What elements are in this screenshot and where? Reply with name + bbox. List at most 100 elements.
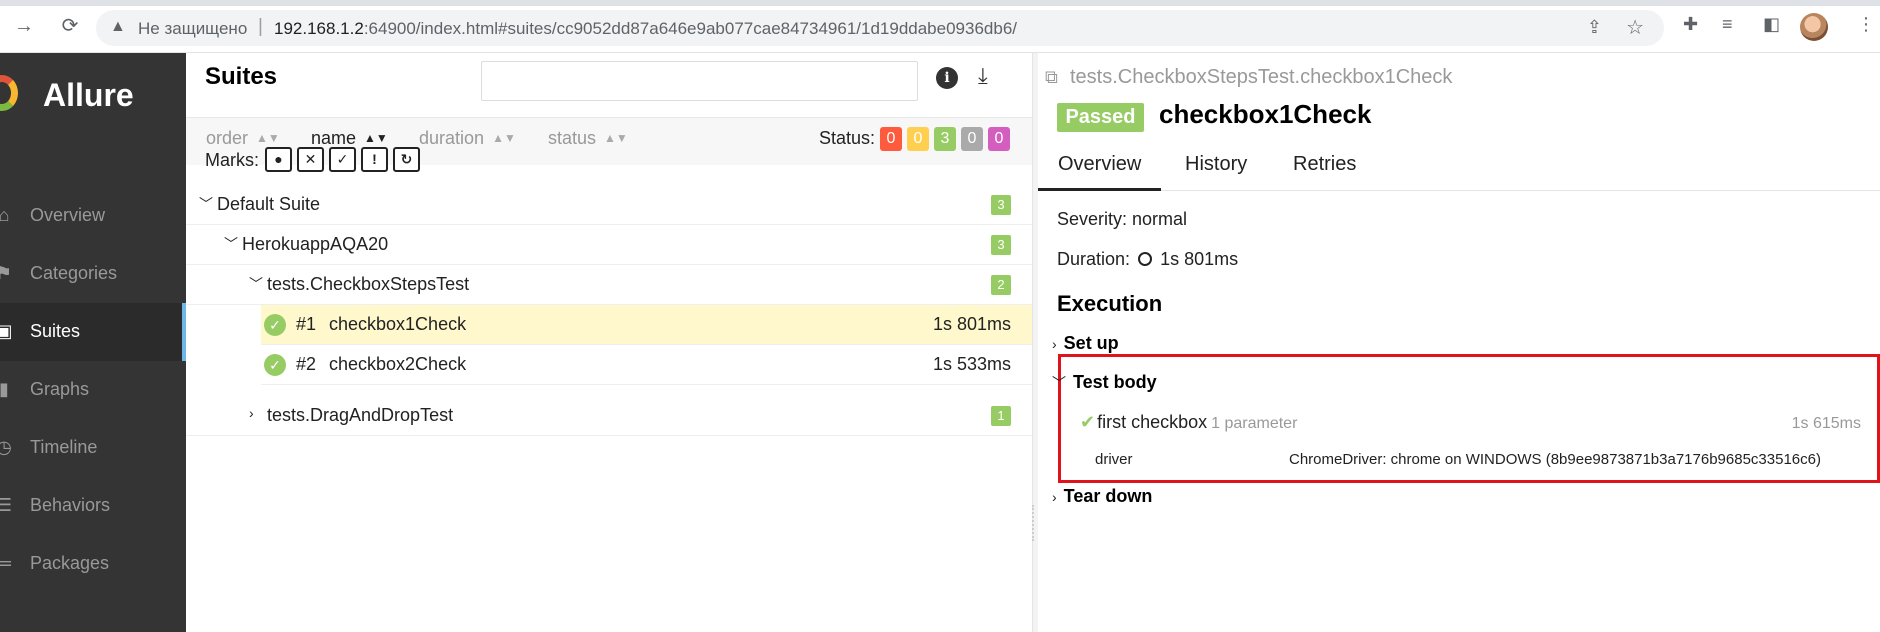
url-path: :64900/index.html#suites/cc9052dd87a646e… <box>363 19 1018 38</box>
tree-row-default-suite[interactable]: ﹀ Default Suite 3 <box>186 185 1032 225</box>
tab-strip <box>0 0 1880 6</box>
result-tabs: Overview History Retries <box>1038 145 1880 191</box>
menu-kebab-icon[interactable]: ⋮ <box>1857 14 1875 35</box>
test-name: checkbox1Check <box>329 314 467 334</box>
setup-label: Set up <box>1063 333 1119 353</box>
sidebar-item-behaviors[interactable]: ☰ Behaviors <box>0 477 186 535</box>
tree-node-count: 2 <box>991 275 1011 295</box>
parameter-value: ChromeDriver: chrome on WINDOWS (8b9ee98… <box>1289 451 1821 468</box>
step-first-checkbox[interactable]: ✔ first checkbox 1 parameter <box>1080 412 1297 433</box>
sidebar-item-suites[interactable]: ▣ Suites <box>0 303 186 361</box>
tree-row-class-checkbox[interactable]: ﹀ tests.CheckboxStepsTest 2 <box>186 265 1032 305</box>
test-body-section[interactable]: ﹀ Test body <box>1052 372 1157 393</box>
test-title: checkbox1Check <box>1159 99 1372 129</box>
mark-flaky-bomb-icon[interactable]: ● <box>265 147 292 172</box>
insecure-label: Не защищено <box>138 19 248 38</box>
setup-section[interactable]: › Set up <box>1052 333 1119 354</box>
test-duration: 1s 533ms <box>932 354 1011 374</box>
sort-arrows-icon: ▲▼ <box>256 131 280 145</box>
status-broken-badge[interactable]: 0 <box>907 127 929 151</box>
url-text[interactable]: 192.168.1.2:64900/index.html#suites/cc90… <box>274 19 1017 39</box>
tree-row-test-1[interactable]: ✓ #1 checkbox1Check 1s 801ms <box>261 305 1032 345</box>
clock-icon <box>1138 252 1153 266</box>
sidebar-item-label: Behaviors <box>30 495 111 515</box>
chevron-right-icon: › <box>1052 489 1057 505</box>
mark-new-broken-icon[interactable]: ! <box>361 147 388 172</box>
tab-overview[interactable]: Overview <box>1038 145 1162 191</box>
reading-list-icon[interactable]: ≡ <box>1722 14 1733 35</box>
chevron-right-icon: › <box>1052 336 1057 352</box>
teardown-label: Tear down <box>1063 486 1153 506</box>
sidebar-item-packages[interactable]: ≔ Packages <box>0 535 186 593</box>
sort-name-label: name <box>311 128 357 148</box>
share-icon[interactable]: ⇪ <box>1587 17 1602 38</box>
sort-arrows-icon: ▲▼ <box>492 131 516 145</box>
chevron-down-icon: ﹀ <box>1052 375 1066 391</box>
chevron-down-icon: ﹀ <box>224 236 238 252</box>
passed-check-icon: ✓ <box>264 314 286 336</box>
tree-row-project[interactable]: ﹀ HerokuappAQA20 3 <box>186 225 1032 265</box>
tree-icon: ≔ <box>0 553 13 573</box>
sort-order[interactable]: order ▲▼ <box>206 128 280 149</box>
test-duration: 1s 801ms <box>932 314 1011 334</box>
extensions-icon[interactable]: ✚ <box>1683 14 1698 35</box>
test-name: checkbox2Check <box>329 354 467 374</box>
duration-value: 1s 801ms <box>1160 249 1239 269</box>
download-icon[interactable]: ⤓ <box>978 63 988 89</box>
duration-field: Duration: 1s 801ms <box>1057 249 1238 270</box>
url-separator: | <box>258 16 263 37</box>
mark-retries-icon[interactable]: ↻ <box>393 147 420 172</box>
browser-toolbar: → ⟳ ▲ Не защищено | 192.168.1.2:64900/in… <box>0 0 1880 53</box>
status-passed-badge[interactable]: 3 <box>934 127 956 151</box>
teardown-section[interactable]: › Tear down <box>1052 486 1152 507</box>
forward-icon[interactable]: → <box>12 14 36 38</box>
sidebar-item-label: Categories <box>30 263 118 283</box>
step-params: 1 parameter <box>1211 415 1298 432</box>
sort-arrows-icon: ▲▼ <box>364 131 388 145</box>
chevron-down-icon: ﹀ <box>249 276 263 292</box>
tree-row-test-2[interactable]: ✓ #2 checkbox2Check 1s 533ms <box>261 345 1032 385</box>
step-name: first checkbox <box>1097 412 1208 432</box>
mark-new-passed-icon[interactable]: ✓ <box>329 147 356 172</box>
address-bar[interactable]: ▲ Не защищено | 192.168.1.2:64900/index.… <box>96 10 1664 46</box>
mark-new-failed-icon[interactable]: ✕ <box>297 147 324 172</box>
sidebar-item-overview[interactable]: ⌂ Overview <box>0 187 186 245</box>
search-input[interactable] <box>481 61 918 101</box>
list-icon: ☰ <box>0 495 13 515</box>
briefcase-icon: ▣ <box>0 321 13 341</box>
duration-label: Duration: <box>1057 249 1131 269</box>
parameter-name: driver <box>1095 451 1133 468</box>
tree-node-name: tests.DragAndDropTest <box>267 405 454 425</box>
tab-retries[interactable]: Retries <box>1273 145 1376 191</box>
tab-history[interactable]: History <box>1165 145 1267 191</box>
passed-check-icon: ✓ <box>264 354 286 376</box>
side-panel-icon[interactable]: ◧ <box>1763 14 1780 35</box>
test-number: #1 <box>296 314 317 334</box>
sort-status[interactable]: status ▲▼ <box>548 128 628 149</box>
sidebar-item-label: Graphs <box>30 379 90 399</box>
bookmark-star-icon[interactable]: ☆ <box>1626 15 1644 40</box>
test-body-label: Test body <box>1073 372 1157 392</box>
sort-name[interactable]: name ▲▼ <box>311 128 388 149</box>
test-result-pane: ⧉ tests.CheckboxStepsTest.checkbox1Check… <box>1038 53 1880 632</box>
tree-row-class-dragdrop[interactable]: › tests.DragAndDropTest 1 <box>186 396 1032 436</box>
allure-logo-icon <box>0 75 18 111</box>
marks-label: Marks: <box>205 150 259 170</box>
clock-icon: ◷ <box>0 437 12 457</box>
sidebar-item-categories[interactable]: ⚑ Categories <box>0 245 186 303</box>
test-full-name: tests.CheckboxStepsTest.checkbox1Check <box>1070 66 1453 88</box>
sidebar-item-graphs[interactable]: ▮ Graphs <box>0 361 186 419</box>
suites-pane: Suites i ⤓ order ▲▼ name ▲▼ duration ▲▼ sta… <box>186 53 1032 632</box>
status-failed-badge[interactable]: 0 <box>880 127 902 151</box>
status-skipped-badge[interactable]: 0 <box>961 127 983 151</box>
tree-node-name: tests.CheckboxStepsTest <box>267 274 470 294</box>
info-icon[interactable]: i <box>936 67 958 89</box>
copy-icon[interactable]: ⧉ <box>1045 67 1058 88</box>
reload-icon[interactable]: ⟳ <box>58 14 82 38</box>
status-unknown-badge[interactable]: 0 <box>988 127 1010 151</box>
sidebar-item-timeline[interactable]: ◷ Timeline <box>0 419 186 477</box>
profile-avatar[interactable] <box>1800 13 1828 41</box>
tree-node-name: HerokuappAQA20 <box>242 234 389 254</box>
sidebar-item-label: Overview <box>30 205 106 225</box>
sort-duration[interactable]: duration ▲▼ <box>419 128 516 149</box>
